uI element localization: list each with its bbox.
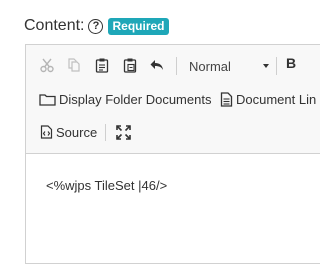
document-link-label: Document Lin [236,91,317,107]
rich-text-editor: Normal B Display Folder Documents Docume… [25,44,320,264]
editor-content[interactable]: <%wjps TileSet |46/> [46,178,167,193]
format-select-value: Normal [189,58,231,74]
paste-icon[interactable] [93,56,111,74]
folder-icon [39,93,56,106]
display-folder-documents-button[interactable]: Display Folder Documents [39,88,211,110]
source-button[interactable]: Source [40,121,97,143]
chevron-down-icon [263,64,269,68]
bold-button[interactable]: B [286,55,296,71]
content-label: Content: [24,17,85,34]
document-link-button[interactable]: Document Lin [220,88,316,110]
editor-toolbar: Normal B Display Folder Documents Docume… [26,45,320,154]
undo-icon[interactable] [148,56,166,74]
display-folder-documents-label: Display Folder Documents [59,91,212,107]
document-icon [220,91,233,107]
field-label: Content: ? Required [24,15,169,37]
source-icon [40,125,53,139]
cut-icon[interactable] [38,56,56,74]
maximize-icon[interactable] [114,123,132,141]
required-badge: Required [108,17,169,35]
source-label: Source [56,124,98,140]
format-select[interactable]: Normal [187,54,275,78]
toolbar-separator [105,124,106,141]
toolbar-separator [176,57,177,75]
paste-text-icon[interactable] [121,56,139,74]
help-icon[interactable]: ? [88,18,104,34]
toolbar-separator [276,57,277,75]
copy-icon[interactable] [65,56,83,74]
